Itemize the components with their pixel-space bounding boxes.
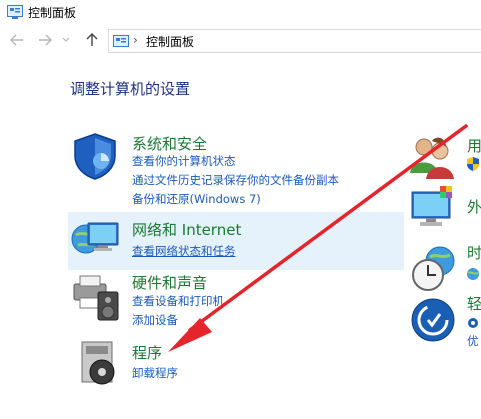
annotation-arrow xyxy=(168,124,468,352)
